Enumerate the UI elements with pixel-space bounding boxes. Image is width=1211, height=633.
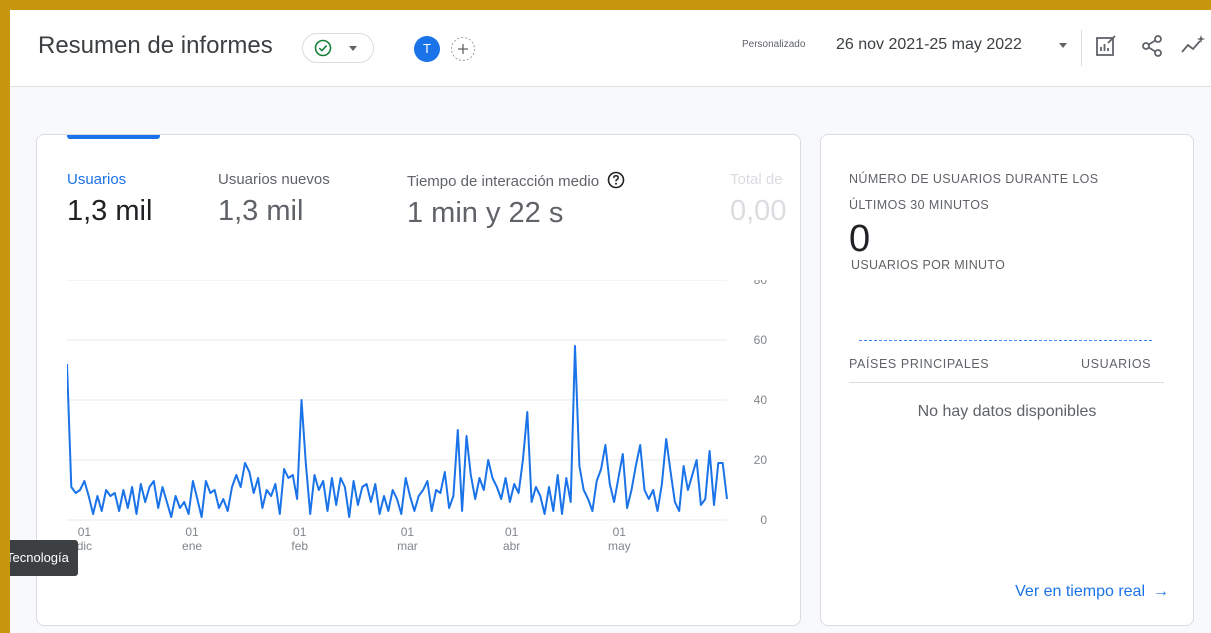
- metric-label: Usuarios: [67, 171, 127, 188]
- insights-icon[interactable]: [1179, 32, 1207, 60]
- realtime-subtitle: USUARIOS POR MINUTO: [851, 258, 1006, 272]
- metric-value: 0,00: [730, 195, 787, 227]
- metric-value: 1,3 mil: [67, 195, 153, 227]
- realtime-user-count: 0: [849, 218, 871, 260]
- screenshot-frame-left: [0, 0, 10, 633]
- x-tick-month: abr: [503, 539, 520, 553]
- add-comparison-icon[interactable]: [450, 36, 476, 62]
- toolbar-divider: [1081, 30, 1082, 66]
- metric-tab-users[interactable]: Usuarios 1,3 mil: [67, 171, 152, 228]
- metric-value: 1 min y 22 s: [407, 197, 564, 229]
- y-tick-label: 80: [754, 280, 768, 287]
- report-page: Resumen de informes T Personalizado 26 n…: [10, 10, 1211, 633]
- metric-tab-total[interactable]: Total de 0,00: [730, 171, 786, 228]
- screenshot-frame-top: [0, 0, 1211, 10]
- metric-tab-new-users[interactable]: Usuarios nuevos 1,3 mil: [218, 171, 330, 228]
- technology-tooltip: Tecnología: [10, 540, 78, 576]
- x-tick-day: 01: [505, 525, 519, 539]
- view-realtime-link[interactable]: Ver en tiempo real →: [1015, 583, 1169, 601]
- x-tick-day: 01: [401, 525, 415, 539]
- empty-state-text: No hay datos disponibles: [917, 403, 1097, 420]
- comparison-avatar[interactable]: T: [414, 36, 440, 62]
- realtime-card: NÚMERO DE USUARIOS DURANTE LOS ÚLTIMOS 3…: [820, 134, 1194, 626]
- realtime-sparkline: [859, 340, 1152, 341]
- report-status-dropdown[interactable]: [302, 33, 374, 63]
- metric-value: 1,3 mil: [218, 195, 304, 227]
- top-countries-header: PAÍSES PRINCIPALES: [849, 357, 990, 371]
- x-tick-day: 01: [78, 525, 92, 539]
- customize-report-icon[interactable]: [1092, 32, 1120, 60]
- y-tick-label: 60: [754, 333, 768, 347]
- table-divider: [849, 382, 1164, 383]
- x-tick-month: ene: [182, 539, 202, 553]
- y-tick-label: 40: [754, 393, 768, 407]
- arrow-right-icon: →: [1153, 583, 1169, 600]
- x-tick-month: mar: [397, 539, 418, 553]
- page-header: Resumen de informes T Personalizado 26 n…: [10, 10, 1211, 87]
- share-icon[interactable]: [1138, 32, 1166, 60]
- chevron-down-icon: [349, 46, 357, 51]
- check-circle-icon: [314, 39, 332, 57]
- x-tick-day: 01: [613, 525, 627, 539]
- x-tick-day: 01: [293, 525, 307, 539]
- date-range-chevron-icon[interactable]: [1059, 43, 1067, 48]
- y-tick-label: 20: [754, 453, 768, 467]
- help-icon[interactable]: [607, 171, 625, 189]
- date-range-selector[interactable]: 26 nov 2021-25 may 2022: [836, 36, 1022, 54]
- date-range-caption: Personalizado: [742, 39, 806, 50]
- overview-chart-card: Usuarios 1,3 mil Usuarios nuevos 1,3 mil…: [36, 134, 801, 626]
- selected-tab-indicator: [67, 135, 160, 139]
- realtime-title: NÚMERO DE USUARIOS DURANTE LOS ÚLTIMOS 3…: [849, 172, 1099, 212]
- y-tick-label: 0: [760, 513, 767, 527]
- users-column-header: USUARIOS: [1081, 357, 1152, 371]
- users-series-line: [67, 345, 728, 518]
- x-tick-day: 01: [185, 525, 199, 539]
- users-line-chart: 02040608001dic01ene01feb01mar01abr01may: [67, 280, 768, 553]
- metric-label: Tiempo de interacción medio: [407, 173, 600, 190]
- x-tick-month: may: [608, 539, 631, 553]
- metric-label: Total de: [730, 171, 783, 188]
- page-title: Resumen de informes: [38, 32, 273, 59]
- x-tick-month: dic: [77, 539, 92, 553]
- metric-label: Usuarios nuevos: [218, 171, 330, 188]
- metric-tab-engagement-time[interactable]: Tiempo de interacción medio 1 min y 22 s: [407, 171, 625, 230]
- x-tick-month: feb: [291, 539, 308, 553]
